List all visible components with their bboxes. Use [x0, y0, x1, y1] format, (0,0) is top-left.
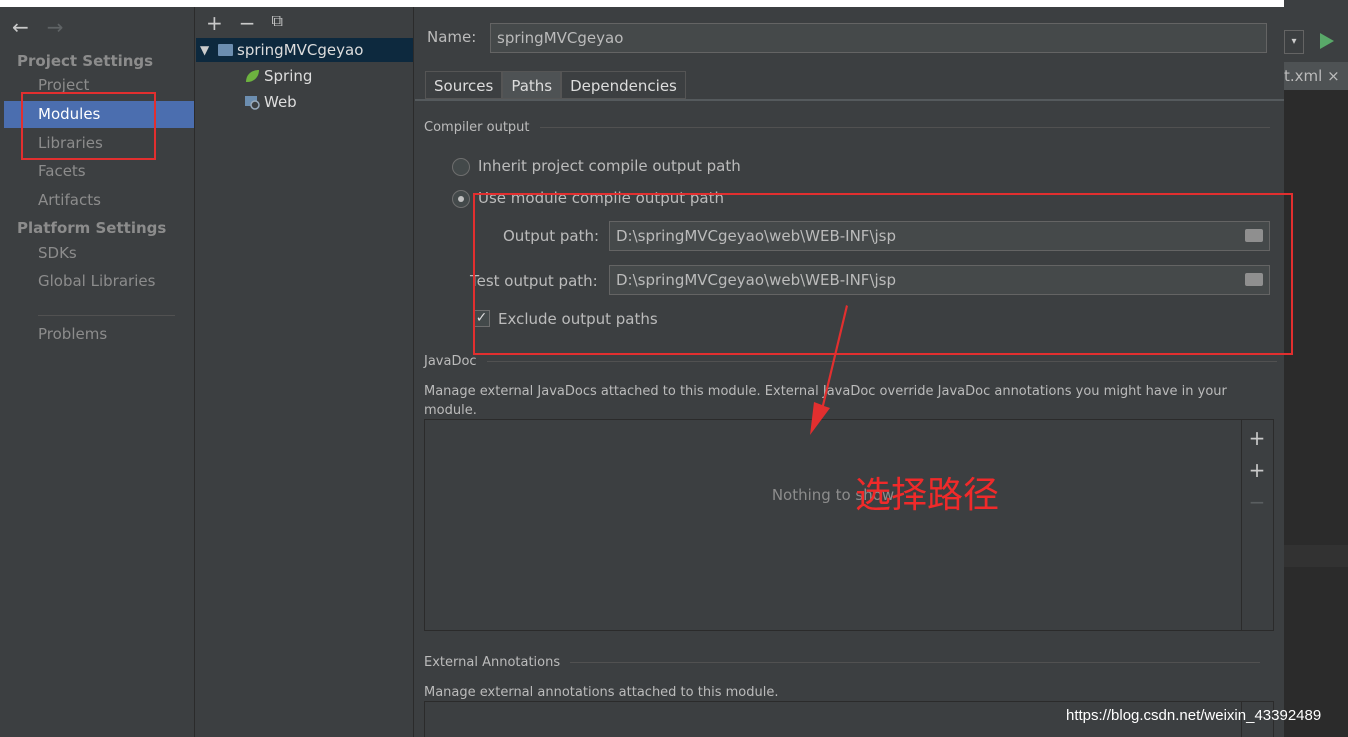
tree-node-spring[interactable]: Spring — [244, 64, 312, 88]
sidebar-item-artifacts[interactable]: Artifacts — [4, 187, 194, 214]
module-folder-icon — [218, 44, 233, 56]
section-rule — [570, 662, 1261, 663]
run-config-dropdown[interactable]: ▾ — [1284, 30, 1304, 54]
sidebar-item-sdks[interactable]: SDKs — [4, 240, 194, 267]
forward-arrow-icon[interactable]: → — [47, 15, 64, 39]
annotation-box-paths — [473, 193, 1293, 355]
compiler-output-title: Compiler output — [424, 120, 1270, 135]
project-settings-header: Project Settings — [17, 52, 154, 70]
section-rule — [486, 361, 1277, 362]
tab-sources[interactable]: Sources — [425, 71, 503, 99]
history-nav: ← → — [12, 15, 64, 39]
remove-javadoc-icon: − — [1248, 490, 1266, 514]
section-title-text: JavaDoc — [424, 354, 477, 369]
tree-node-web[interactable]: Web — [244, 90, 297, 114]
javadoc-list-content: Nothing to show — [425, 420, 1242, 630]
module-name-input[interactable]: springMVCgeyao — [490, 23, 1267, 53]
tab-underline — [415, 99, 1284, 101]
annotation-arrow — [810, 305, 848, 435]
external-annotations-description: Manage external annotations attached to … — [424, 685, 779, 700]
spring-leaf-icon — [246, 70, 259, 82]
tree-toolbar: + − ⧉ — [206, 11, 283, 35]
add-icon[interactable]: + — [206, 11, 223, 35]
annotation-text: 选择路径 — [855, 475, 1000, 516]
external-annotations-title: External Annotations — [424, 655, 1261, 670]
use-module-path-radio[interactable] — [452, 190, 470, 208]
run-icon[interactable] — [1320, 33, 1334, 49]
add-javadoc-icon[interactable]: + — [1247, 428, 1267, 448]
back-arrow-icon[interactable]: ← — [12, 15, 29, 39]
editor-tab-xml[interactable]: t.xml × — [1284, 62, 1348, 90]
tree-node-label: Web — [264, 93, 297, 111]
javadoc-list[interactable]: Nothing to show + + − — [424, 419, 1274, 631]
tab-paths[interactable]: Paths — [502, 71, 562, 99]
tree-node-root[interactable]: ▼ springMVCgeyao — [196, 38, 413, 62]
annotation-box-modules — [21, 92, 156, 160]
copy-icon[interactable]: ⧉ — [272, 11, 283, 35]
sidebar-item-problems[interactable]: Problems — [4, 321, 194, 348]
web-facet-icon — [245, 96, 260, 110]
section-title-text: Compiler output — [424, 120, 530, 135]
editor-toolbar-bg — [1284, 0, 1348, 28]
module-tabs: Sources Paths Dependencies — [425, 71, 686, 99]
section-title-text: External Annotations — [424, 655, 561, 670]
name-label: Name: — [427, 28, 477, 46]
module-tree-pane: + − ⧉ ▼ springMVCgeyao Spring Web — [196, 7, 414, 737]
tree-node-label: springMVCgeyao — [237, 41, 364, 59]
tab-dependencies[interactable]: Dependencies — [561, 71, 686, 99]
inherit-path-radio[interactable] — [452, 158, 470, 176]
sidebar-item-global-libraries[interactable]: Global Libraries — [4, 268, 194, 295]
editor-background: ▾ t.xml × — [1284, 0, 1348, 737]
add-url-icon[interactable]: + — [1247, 460, 1267, 480]
inherit-path-label: Inherit project compile output path — [478, 157, 741, 175]
watermark-text: https://blog.csdn.net/weixin_43392489 — [1066, 707, 1322, 724]
empty-list-text: Nothing to show — [771, 486, 895, 504]
tree-node-label: Spring — [264, 67, 313, 85]
sidebar-divider — [38, 315, 175, 316]
platform-settings-header: Platform Settings — [17, 219, 167, 237]
editor-line-highlight — [1284, 545, 1348, 567]
window-top-edge — [0, 0, 1284, 7]
sidebar-item-facets[interactable]: Facets — [4, 158, 194, 185]
section-rule — [539, 127, 1270, 128]
expand-arrow-icon[interactable]: ▼ — [200, 38, 214, 62]
remove-icon[interactable]: − — [239, 11, 256, 35]
